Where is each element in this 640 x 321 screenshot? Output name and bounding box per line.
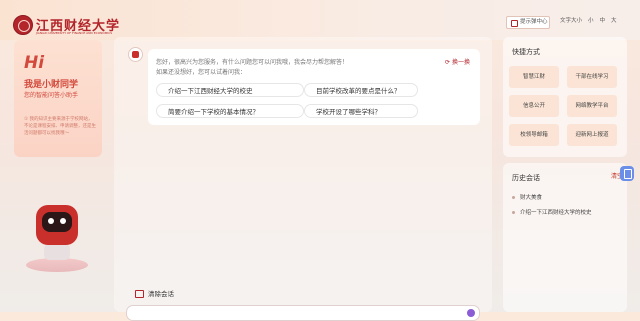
shortcut-1[interactable]: 智慧江财 [509,66,559,88]
quick-shortcuts-panel: 快捷方式 智慧江财 干部在线学习 信息公开 网络教学平台 校领导邮箱 迎新网上报… [503,37,627,157]
font-size-medium[interactable]: 中 [600,18,606,24]
history-item-1[interactable]: 财大美食 [512,193,542,201]
intro-subtitle: 您的智能问答小助手 [24,92,79,99]
shortcut-3[interactable]: 信息公开 [509,95,559,117]
greeting-hint: 如果还没想好，您可以试着问我： [156,69,247,76]
top-header: 江西财经大学 JIANGXI UNIVERSITY OF FINANCE AND… [0,0,640,40]
help-center-button[interactable]: 提示弹中心 [506,16,550,29]
quick-shortcuts-title: 快捷方式 [512,48,540,56]
clear-icon [135,290,144,298]
font-size-label: 文字大小 [560,18,583,24]
font-size-large[interactable]: 大 [611,18,617,24]
send-icon[interactable] [467,309,475,317]
welcome-card: 您好，很高兴为您服务，有什么问题您可以问我哦，我会尽力帮您解答！ 如果还没想好，… [148,49,480,125]
font-size-control: 文字大小小中大 [560,16,623,27]
robot-body [44,244,70,260]
side-document-icon[interactable] [620,166,634,181]
help-icon [511,20,518,27]
shortcut-5[interactable]: 校领导邮箱 [509,124,559,146]
robot-face [42,212,72,232]
help-center-label: 提示弹中心 [520,19,548,25]
history-panel: 历史会话 清空 财大美食 介绍一下江西财经大学的校史 [503,163,627,312]
robot-eye-left [48,218,54,224]
message-input[interactable] [126,305,480,321]
suggested-question-2[interactable]: 目前学校改革的要点是什么？ [304,83,418,97]
robot-mascot [14,180,102,280]
hi-heading: Hi [24,53,45,73]
refresh-questions-button[interactable]: ⟳ 换一换 [445,57,470,66]
clear-chat-label: 清除会话 [148,290,174,298]
history-item-2[interactable]: 介绍一下江西财经大学的校史 [512,208,592,216]
shortcut-4[interactable]: 网络教学平台 [567,95,617,117]
intro-title: 我是小财同学 [24,80,79,90]
robot-eye-right [60,218,66,224]
robot-pedestal [26,258,88,272]
history-title: 历史会话 [512,174,540,182]
suggested-question-3[interactable]: 简要介绍一下学校的基本情况？ [156,104,304,118]
greeting-text: 您好，很高兴为您服务，有什么问题您可以问我哦，我会尽力帮您解答！ [156,59,349,66]
font-size-small[interactable]: 小 [588,18,594,24]
refresh-label: 换一换 [451,59,470,66]
bot-avatar-icon [128,47,143,62]
intro-info: ① 我的知识主要来源于学校网站，不论是课程安排、申请调整，还是生活问题都可以找我… [24,117,96,136]
clear-chat-button[interactable]: 清除会话 [135,288,174,298]
assistant-intro-panel: Hi 我是小财同学 您的智能问答小助手 ① 我的知识主要来源于学校网站，不论是课… [14,40,102,157]
university-logo-subtitle: JIANGXI UNIVERSITY OF FINANCE AND ECONOM… [36,31,113,35]
university-seal-icon [13,15,33,35]
suggested-question-1[interactable]: 介绍一下江西财经大学的校史 [156,83,304,97]
suggested-question-4[interactable]: 学校开设了哪些学科？ [304,104,418,118]
shortcut-6[interactable]: 迎新网上报道 [567,124,617,146]
shortcut-2[interactable]: 干部在线学习 [567,66,617,88]
